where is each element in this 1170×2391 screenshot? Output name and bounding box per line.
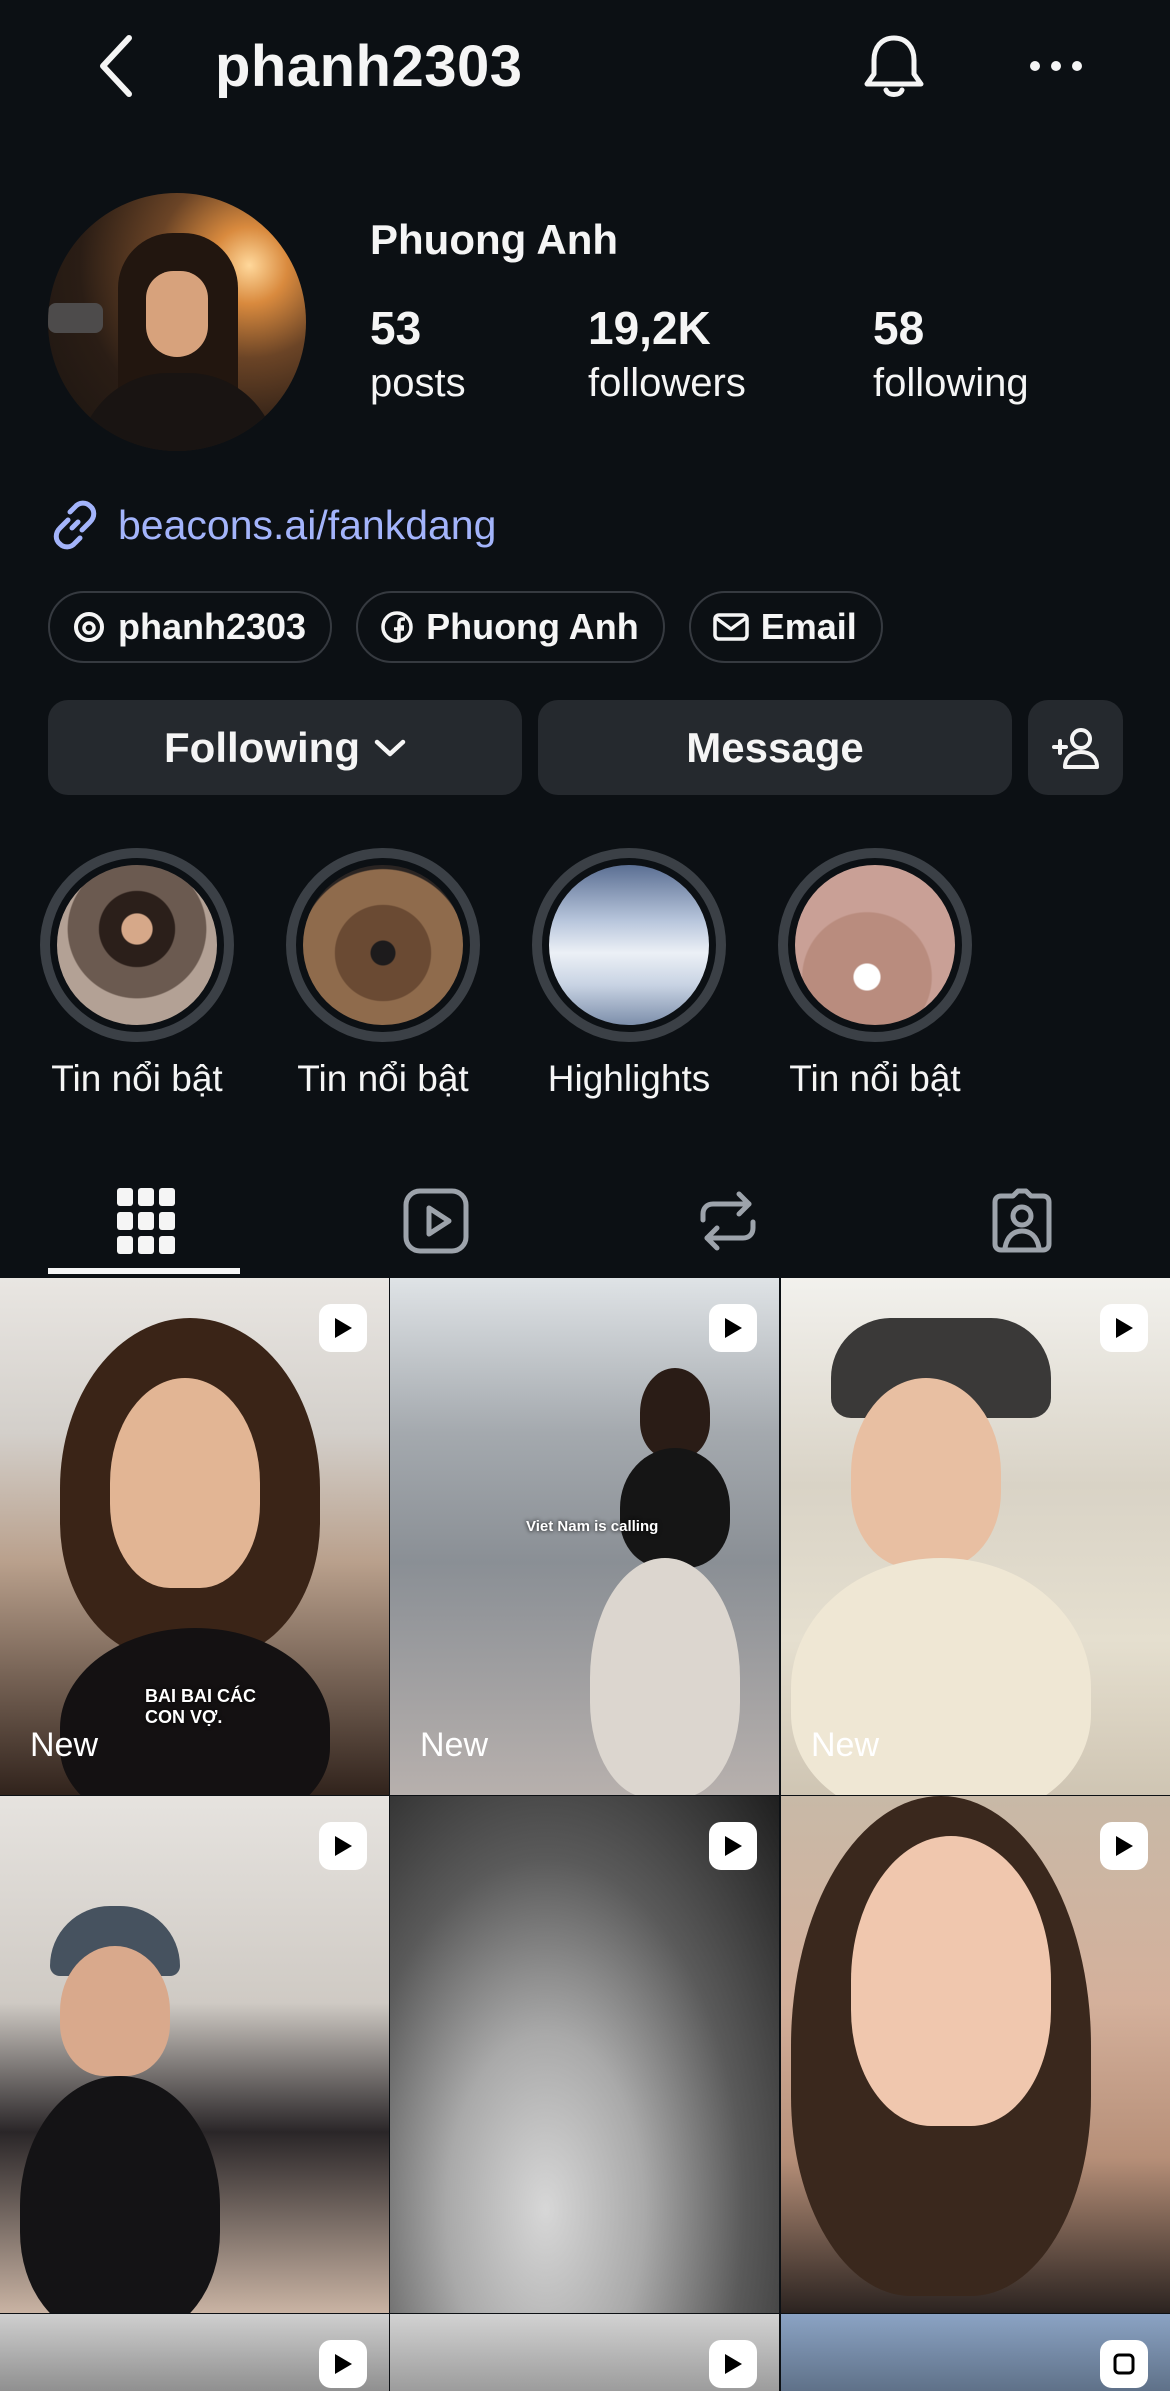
play-icon — [335, 2354, 352, 2374]
following-button[interactable]: Following — [48, 700, 522, 795]
highlight-cover — [532, 848, 726, 1042]
highlight-label: Tin nổi bật — [51, 1058, 223, 1099]
story-highlights: Tin nổi bật Tin nổi bật Highlights Tin n… — [40, 848, 972, 1104]
highlight-item[interactable]: Tin nổi bật — [778, 848, 972, 1104]
reel-badge — [1100, 1304, 1148, 1352]
profile-actions: Following Message — [48, 700, 1123, 795]
highlight-item[interactable]: Highlights — [532, 848, 726, 1104]
profile-tabs — [0, 1148, 1170, 1278]
email-chip[interactable]: Email — [688, 591, 883, 663]
threads-chip[interactable]: phanh2303 — [48, 591, 333, 663]
following-stat[interactable]: 58 following — [873, 298, 1029, 408]
reel-badge — [709, 1304, 757, 1352]
posts-label: posts — [370, 361, 466, 405]
play-icon — [725, 1836, 742, 1856]
reel-badge — [319, 1822, 367, 1870]
grid-post[interactable]: New — [781, 1278, 1170, 1795]
mail-icon — [712, 612, 749, 642]
play-icon — [335, 1318, 352, 1338]
active-tab-indicator — [48, 1268, 240, 1274]
grid-post[interactable] — [390, 2314, 779, 2391]
message-button-label: Message — [686, 723, 864, 771]
facebook-chip-label: Phuong Anh — [426, 606, 639, 647]
bio-link-text: beacons.ai/fankdang — [118, 501, 497, 548]
bell-icon — [864, 35, 924, 97]
tab-posts[interactable] — [98, 1173, 194, 1269]
tagged-user-icon — [992, 1188, 1052, 1253]
followers-label: followers — [588, 361, 746, 405]
bio-link[interactable]: beacons.ai/fankdang — [48, 495, 496, 555]
back-button[interactable] — [85, 30, 145, 102]
profile-avatar[interactable] — [48, 193, 306, 451]
highlight-cover — [778, 848, 972, 1042]
chevron-down-icon — [374, 738, 406, 758]
play-icon — [725, 1318, 742, 1338]
repost-icon — [700, 1191, 756, 1251]
reels-icon — [403, 1188, 469, 1254]
multi-post-badge — [1100, 2340, 1148, 2388]
grid-post[interactable]: Viet Nam is calling New — [390, 1278, 779, 1795]
reel-badge — [709, 2340, 757, 2388]
message-button[interactable]: Message — [538, 700, 1012, 795]
email-chip-label: Email — [760, 606, 857, 647]
play-icon — [725, 2354, 742, 2374]
grid-post[interactable] — [390, 1796, 779, 2313]
link-icon — [53, 500, 97, 550]
threads-chip-label: phanh2303 — [118, 606, 307, 647]
following-button-label: Following — [164, 723, 360, 771]
highlight-item[interactable]: Tin nổi bật — [40, 848, 234, 1104]
reel-badge — [319, 1304, 367, 1352]
notifications-button[interactable] — [858, 30, 930, 102]
grid-icon — [117, 1188, 175, 1254]
reel-badge — [709, 1822, 757, 1870]
grid-post[interactable] — [0, 1796, 389, 2313]
followers-count: 19,2K — [588, 302, 711, 354]
tab-tagged[interactable] — [974, 1173, 1070, 1269]
profile-links-row: phanh2303 Phuong Anh Email — [48, 591, 883, 663]
chevron-left-icon — [100, 35, 132, 97]
grid-post[interactable]: BAI BAI CÁC CON VỢ. New — [0, 1278, 389, 1795]
highlight-cover — [286, 848, 480, 1042]
play-icon — [1116, 1836, 1133, 1856]
new-badge: New — [420, 1726, 489, 1764]
more-horizontal-icon — [1030, 61, 1082, 71]
tab-reposts[interactable] — [680, 1173, 776, 1269]
play-icon — [1116, 1318, 1133, 1338]
play-icon — [335, 1836, 352, 1856]
tab-reels[interactable] — [388, 1173, 484, 1269]
post-caption-overlay: Viet Nam is calling — [526, 1518, 659, 1535]
new-badge: New — [30, 1726, 99, 1764]
new-badge: New — [811, 1726, 880, 1764]
carousel-icon — [1113, 2353, 1135, 2375]
more-options-button[interactable] — [1020, 30, 1092, 102]
add-user-icon — [1051, 727, 1099, 769]
reel-badge — [319, 2340, 367, 2388]
highlight-cover — [40, 848, 234, 1042]
followers-stat[interactable]: 19,2K followers — [588, 298, 746, 408]
grid-post[interactable] — [781, 2314, 1170, 2391]
grid-post[interactable] — [0, 2314, 389, 2391]
following-label: following — [873, 361, 1029, 405]
suggested-users-button[interactable] — [1028, 700, 1123, 795]
page-title: phanh2303 — [215, 34, 523, 99]
reel-badge — [1100, 1822, 1148, 1870]
post-caption-overlay: BAI BAI CÁC CON VỢ. — [145, 1686, 256, 1727]
grid-post[interactable] — [781, 1796, 1170, 2313]
top-bar: phanh2303 — [0, 0, 1170, 135]
highlight-label: Highlights — [547, 1058, 711, 1099]
highlight-label: Tin nổi bật — [789, 1058, 961, 1099]
facebook-icon — [380, 610, 414, 644]
following-count: 58 — [873, 302, 925, 354]
facebook-chip[interactable]: Phuong Anh — [356, 591, 665, 663]
posts-stat: 53 posts — [370, 298, 466, 408]
threads-icon — [72, 610, 106, 644]
profile-display-name: Phuong Anh — [370, 216, 619, 263]
posts-count: 53 — [370, 302, 422, 354]
highlight-label: Tin nổi bật — [297, 1058, 469, 1099]
highlight-item[interactable]: Tin nổi bật — [286, 848, 480, 1104]
